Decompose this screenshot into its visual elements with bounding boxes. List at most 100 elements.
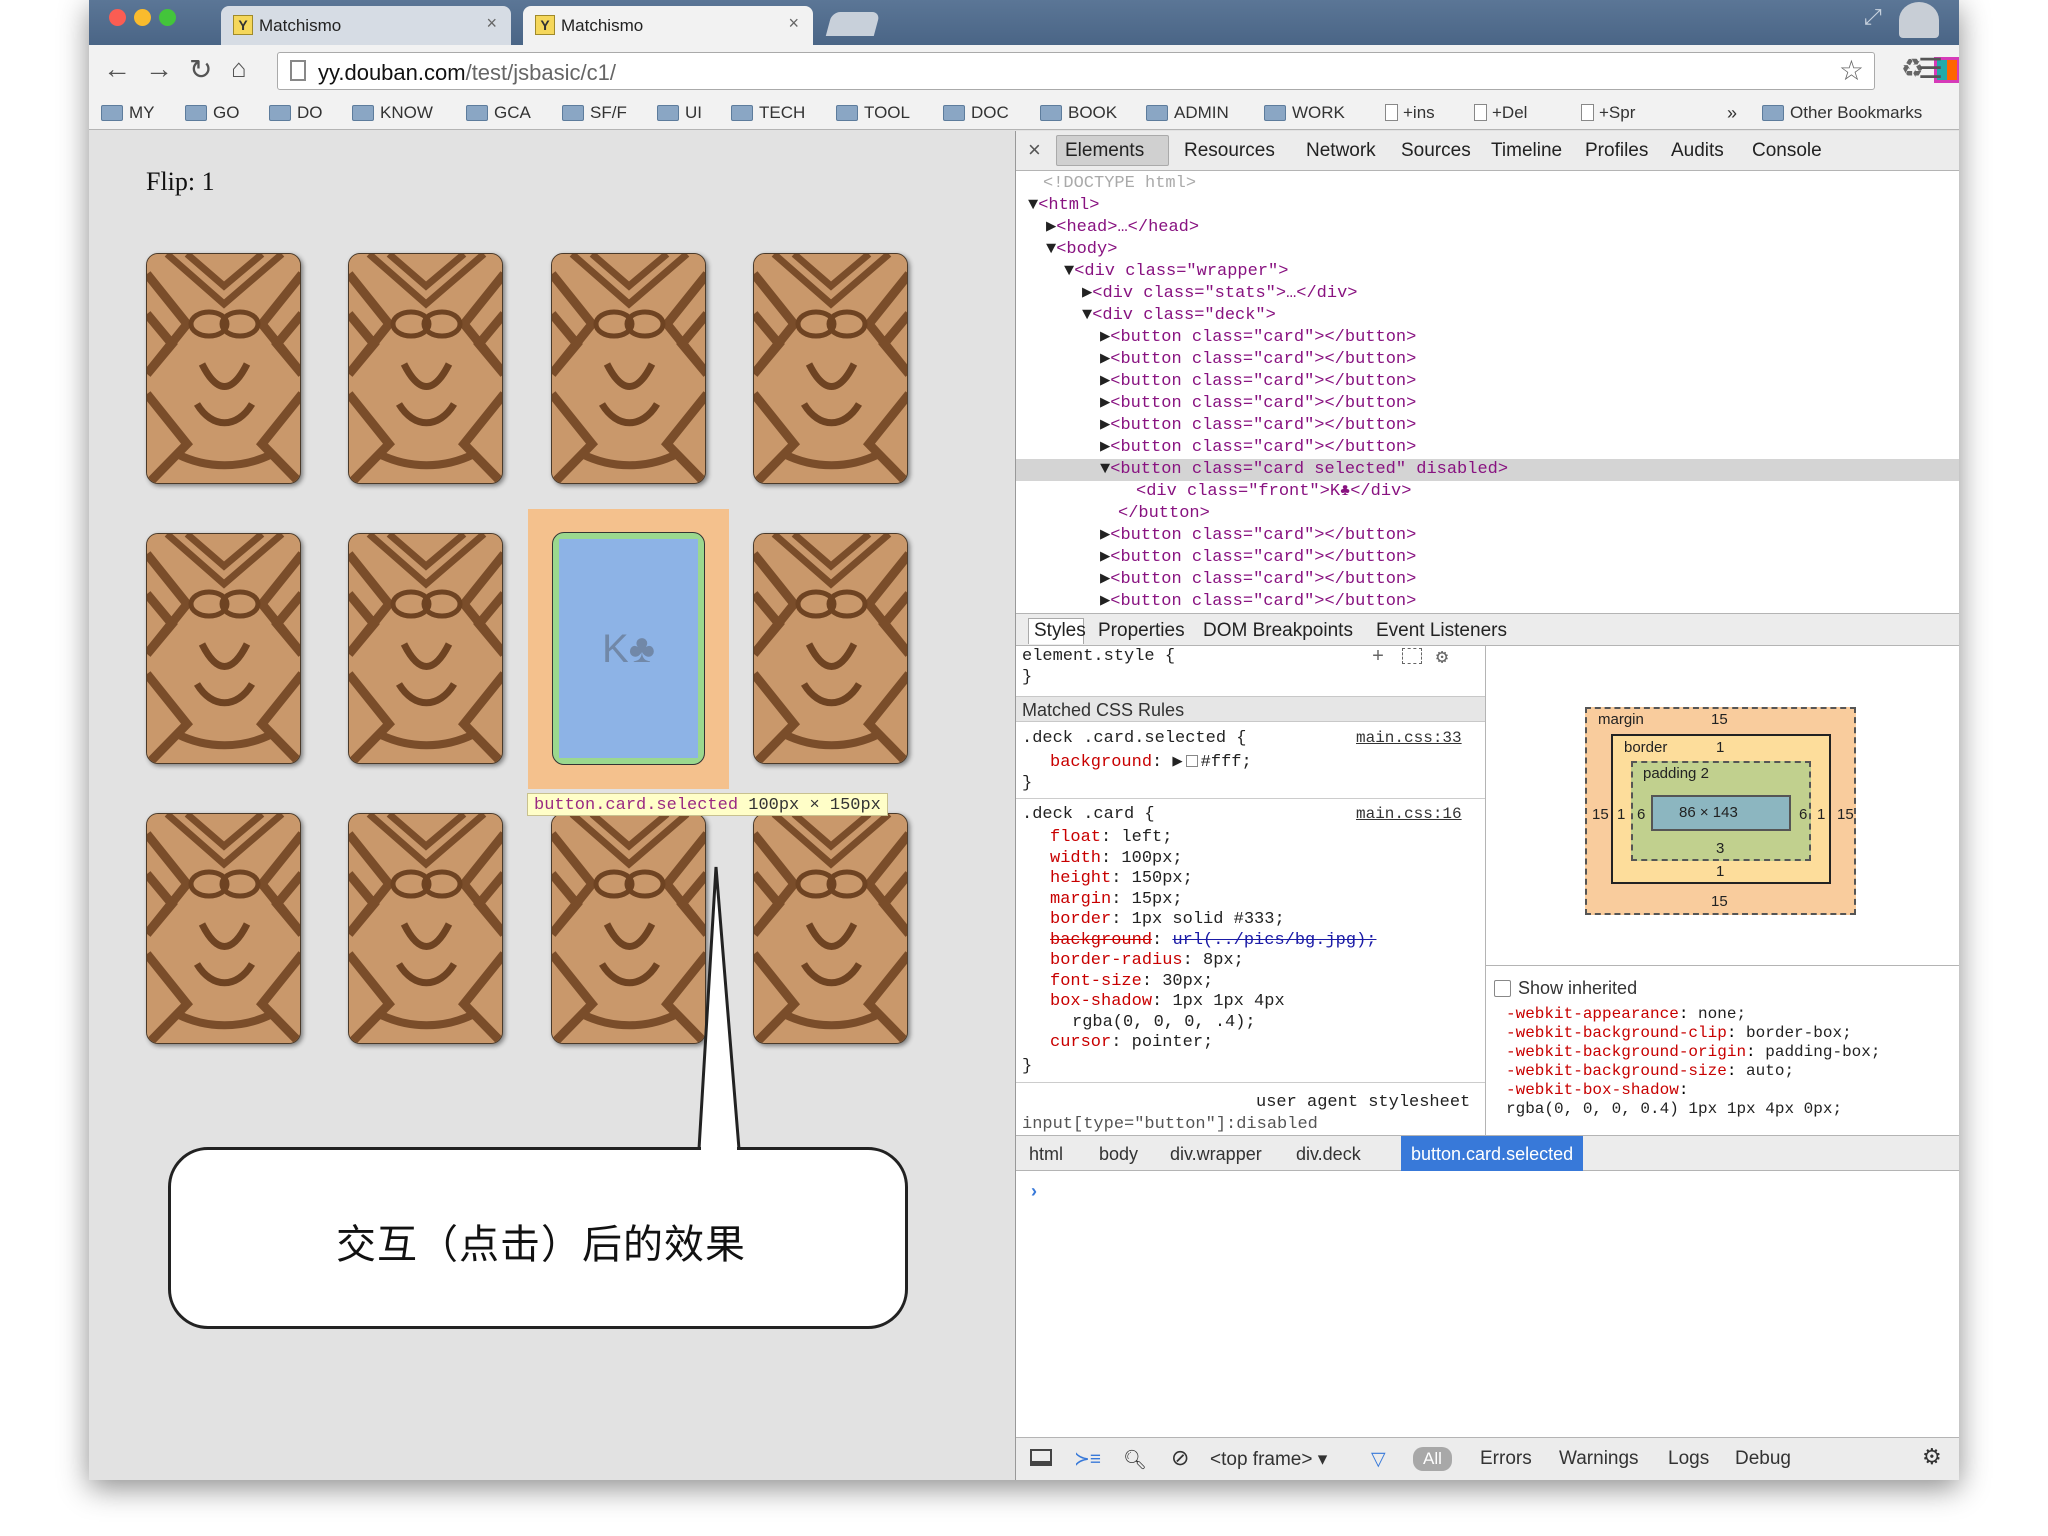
console-drawer[interactable]: › [1016, 1171, 1959, 1437]
crumb-html[interactable]: html [1029, 1144, 1063, 1165]
tab-matchismo-2[interactable]: Y Matchismo × [523, 6, 813, 45]
forward-icon[interactable]: → [145, 53, 173, 85]
filter-all[interactable]: All [1413, 1447, 1452, 1471]
clear-icon[interactable]: ⊘ [1171, 1445, 1189, 1471]
css-property[interactable]: rgba(0, 0, 0, .4); [1072, 1012, 1256, 1033]
close-window-icon[interactable] [109, 9, 126, 26]
dom-node-stats[interactable]: ▶<div class="stats">…</div> [1016, 283, 1959, 305]
filter-logs[interactable]: Logs [1668, 1448, 1709, 1470]
tab-network[interactable]: Network [1306, 140, 1376, 162]
add-rule-icon[interactable]: + [1372, 646, 1384, 669]
border-right-value[interactable]: 1 [1817, 806, 1825, 823]
url-text[interactable]: yy.douban.com/test/jsbasic/c1/ [318, 60, 616, 86]
filter-icon[interactable]: ▽ [1371, 1448, 1386, 1471]
settings-gear-icon[interactable]: ⚙ [1922, 1444, 1942, 1470]
bookmark-folder[interactable]: DOC [943, 103, 1009, 123]
dom-node-card-selected[interactable]: ▼<button class="card selected" disabled> [1016, 459, 1959, 481]
tab-sources[interactable]: Sources [1401, 140, 1471, 162]
element-style-rule[interactable]: element.style { [1022, 646, 1175, 667]
bookmark-folder[interactable]: GO [185, 103, 239, 123]
computed-property[interactable]: -webkit-background-clip: border-box; [1506, 1023, 1852, 1044]
bookmark-folder[interactable]: MY [101, 103, 155, 123]
margin-right-value[interactable]: 15 [1837, 806, 1854, 823]
bookmark-page[interactable]: +ins [1385, 103, 1435, 123]
dom-node-card[interactable]: ▶<button class="card"></button> [1016, 393, 1959, 415]
console-prompt[interactable]: › [1031, 1181, 1037, 1202]
css-property[interactable]: background: ▶ #fff; [1050, 752, 1252, 773]
menu-icon[interactable]: ☰ [1918, 52, 1943, 85]
bookmark-folder[interactable]: KNOW [352, 103, 433, 123]
padding-left-value[interactable]: 6 [1637, 806, 1645, 823]
filter-warnings[interactable]: Warnings [1559, 1448, 1639, 1470]
dom-node-card[interactable]: ▶<button class="card"></button> [1016, 591, 1959, 613]
margin-left-value[interactable]: 15 [1592, 806, 1609, 823]
bookmark-star-icon[interactable]: ☆ [1839, 54, 1864, 87]
css-property[interactable]: border: 1px solid #333; [1050, 909, 1285, 930]
computed-property[interactable]: -webkit-background-size: auto; [1506, 1061, 1794, 1082]
home-icon[interactable]: ⌂ [231, 53, 247, 84]
tab-matchismo-1[interactable]: Y Matchismo × [221, 6, 511, 45]
border-top-value[interactable]: 1 [1716, 739, 1724, 756]
tab-console[interactable]: Console [1752, 140, 1822, 162]
dom-node-head[interactable]: ▶<head>…</head> [1016, 217, 1959, 239]
bookmark-page[interactable]: +Spr [1581, 103, 1635, 123]
dom-node-card[interactable]: ▶<button class="card"></button> [1016, 327, 1959, 349]
css-property[interactable]: box-shadow: 1px 1px 4px [1050, 991, 1285, 1012]
show-inherited-checkbox[interactable] [1494, 980, 1511, 997]
margin-bottom-value[interactable]: 15 [1711, 893, 1728, 910]
gear-icon[interactable]: ⚙ [1436, 646, 1448, 670]
filter-errors[interactable]: Errors [1480, 1448, 1532, 1470]
subtab-properties[interactable]: Properties [1098, 620, 1185, 642]
margin-top-value[interactable]: 15 [1711, 711, 1728, 728]
dom-node-card[interactable]: ▶<button class="card"></button> [1016, 569, 1959, 591]
dom-node-card[interactable]: ▶<button class="card"></button> [1016, 547, 1959, 569]
css-property[interactable]: background: url(../pics/bg.jpg); [1050, 930, 1376, 951]
css-property[interactable]: margin: 15px; [1050, 889, 1183, 910]
css-property[interactable]: float: left; [1050, 827, 1172, 848]
subtab-event-listeners[interactable]: Event Listeners [1376, 620, 1507, 642]
bookmark-folder[interactable]: ADMIN [1146, 103, 1229, 123]
bookmark-folder[interactable]: SF/F [562, 103, 627, 123]
dom-node-wrapper[interactable]: ▼<div class="wrapper"> [1016, 261, 1959, 283]
crumb-div-wrapper[interactable]: div.wrapper [1170, 1144, 1262, 1165]
tab-close-icon[interactable]: × [788, 13, 799, 34]
search-icon[interactable]: 🔍︎ [1123, 1448, 1147, 1472]
computed-property[interactable]: rgba(0, 0, 0, 0.4) 1px 1px 4px 0px; [1506, 1099, 1842, 1120]
dom-node-card[interactable]: ▶<button class="card"></button> [1016, 371, 1959, 393]
bookmark-folder[interactable]: GCA [466, 103, 531, 123]
reload-icon[interactable]: ↻ [189, 53, 212, 86]
bookmark-folder[interactable]: DO [269, 103, 323, 123]
css-property[interactable]: width: 100px; [1050, 848, 1183, 869]
bookmarks-overflow[interactable]: » [1727, 103, 1737, 124]
dock-icon[interactable] [1030, 1449, 1052, 1466]
bookmark-folder[interactable]: WORK [1264, 103, 1345, 123]
computed-property[interactable]: -webkit-appearance: none; [1506, 1004, 1746, 1025]
close-devtools-icon[interactable]: × [1028, 137, 1041, 163]
new-tab-button[interactable] [825, 12, 881, 36]
back-icon[interactable]: ← [103, 53, 131, 85]
dom-node-close[interactable]: </button> [1016, 503, 1959, 525]
padding-right-value[interactable]: 6 [1799, 806, 1807, 823]
dom-node-card[interactable]: ▶<button class="card"></button> [1016, 525, 1959, 547]
css-property[interactable]: border-radius: 8px; [1050, 950, 1244, 971]
content-dimensions[interactable]: 86 × 143 [1679, 804, 1738, 821]
css-property[interactable]: cursor: pointer; [1050, 1032, 1213, 1053]
subtab-styles[interactable]: Styles [1034, 620, 1086, 642]
dom-node-card[interactable]: ▶<button class="card"></button> [1016, 349, 1959, 371]
bookmark-folder[interactable]: TOOL [836, 103, 910, 123]
bookmark-folder[interactable]: UI [657, 103, 702, 123]
rule-source-link[interactable]: main.css:33 [1356, 728, 1462, 749]
tab-audits[interactable]: Audits [1671, 140, 1724, 162]
tab-timeline[interactable]: Timeline [1491, 140, 1562, 162]
dom-node-card[interactable]: ▶<button class="card"></button> [1016, 415, 1959, 437]
console-toggle-icon[interactable]: ≻≡ [1074, 1448, 1101, 1471]
crumb-button-card-selected[interactable]: button.card.selected [1401, 1136, 1584, 1171]
tab-elements[interactable]: Elements [1065, 140, 1144, 162]
fullscreen-icon[interactable]: ⤢ [1864, 4, 1882, 30]
other-bookmarks[interactable]: Other Bookmarks [1762, 103, 1922, 123]
dom-node-front[interactable]: <div class="front">K♣</div> [1016, 481, 1959, 503]
padding-bottom-value[interactable]: 3 [1716, 840, 1724, 857]
address-bar[interactable]: yy.douban.com/test/jsbasic/c1/ ☆ [277, 52, 1875, 90]
css-property[interactable]: height: 150px; [1050, 868, 1193, 889]
bookmark-folder[interactable]: TECH [731, 103, 805, 123]
